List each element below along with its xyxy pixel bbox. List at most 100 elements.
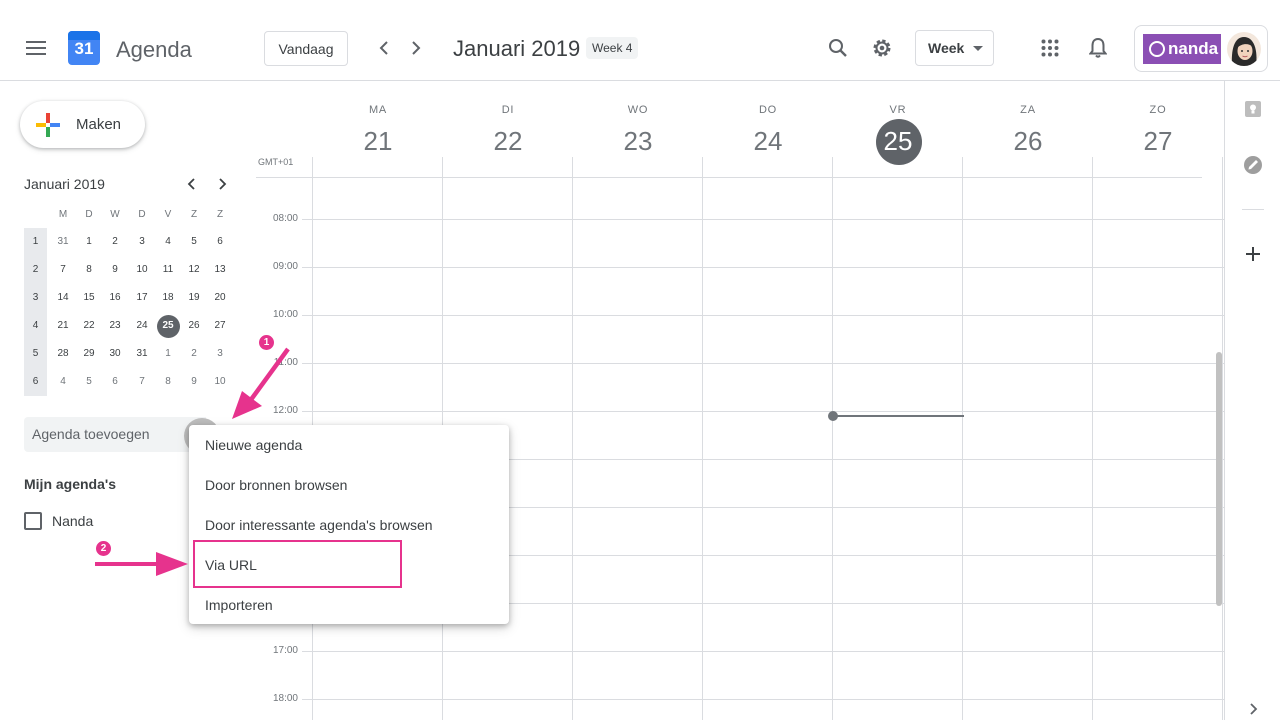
mini-calendar-day[interactable]: 5 xyxy=(181,228,207,256)
account-switcher[interactable]: nanda xyxy=(1134,25,1268,72)
mini-calendar-day[interactable]: 30 xyxy=(102,340,128,368)
day-header-date[interactable]: 26 xyxy=(963,126,1093,157)
mini-calendar-day[interactable]: 3 xyxy=(129,228,155,256)
brand-logo: nanda xyxy=(1143,34,1221,64)
calendar-checkbox[interactable] xyxy=(24,512,42,530)
menu-item-browse-interesting[interactable]: Door interessante agenda's browsen xyxy=(189,505,509,545)
day-header-date[interactable]: 23 xyxy=(573,126,703,157)
menu-item-new-calendar[interactable]: Nieuwe agenda xyxy=(189,425,509,465)
mini-calendar-day[interactable]: 8 xyxy=(155,368,181,396)
mini-calendar-day[interactable]: 5 xyxy=(76,368,102,396)
mini-calendar-next-button[interactable] xyxy=(212,174,232,194)
brand-name: nanda xyxy=(1168,39,1219,58)
mini-calendar-day[interactable]: 24 xyxy=(129,312,155,340)
mini-calendar-day[interactable]: 4 xyxy=(155,228,181,256)
menu-item-browse-resources[interactable]: Door bronnen browsen xyxy=(189,465,509,505)
mini-calendar-day[interactable]: 28 xyxy=(50,340,76,368)
mini-calendar-day[interactable]: 8 xyxy=(76,256,102,284)
mini-calendar-week-number[interactable]: 4 xyxy=(24,312,47,340)
mini-calendar-day[interactable]: 4 xyxy=(50,368,76,396)
mini-calendar-weekday-head: W xyxy=(110,209,120,220)
mini-calendar-day[interactable]: 12 xyxy=(181,256,207,284)
grid-scrollbar[interactable] xyxy=(1216,352,1222,606)
mini-calendar-day[interactable]: 14 xyxy=(50,284,76,312)
mini-calendar-day[interactable]: 9 xyxy=(181,368,207,396)
mini-calendar-day[interactable]: 16 xyxy=(102,284,128,312)
mini-calendar-week-number[interactable]: 2 xyxy=(24,256,47,284)
hour-label: 18:00 xyxy=(272,693,298,704)
mini-calendar-day[interactable]: 17 xyxy=(129,284,155,312)
mini-calendar-day[interactable]: 10 xyxy=(129,256,155,284)
expand-panel-chevron-icon[interactable] xyxy=(1241,697,1265,720)
main-menu-icon[interactable] xyxy=(16,28,56,68)
timezone-label: GMT+01 xyxy=(258,157,294,167)
chevron-left-icon xyxy=(187,178,195,190)
view-selector[interactable]: Week xyxy=(915,30,994,66)
add-addon-plus-icon[interactable] xyxy=(1241,242,1265,266)
mini-calendar-day[interactable]: 29 xyxy=(76,340,102,368)
mini-calendar-day[interactable]: 11 xyxy=(155,256,181,284)
create-event-button[interactable]: Maken xyxy=(20,101,145,148)
keep-icon[interactable] xyxy=(1241,97,1265,121)
mini-calendar-week-number[interactable]: 5 xyxy=(24,340,47,368)
current-time-line xyxy=(833,415,964,417)
step-1-arrow-icon xyxy=(232,347,290,419)
logo-number: 31 xyxy=(74,39,94,58)
mini-calendar-day[interactable]: 25 xyxy=(155,312,181,340)
menu-item-import[interactable]: Importeren xyxy=(189,585,509,625)
mini-calendar-day[interactable]: 19 xyxy=(181,284,207,312)
mini-calendar-prev-button[interactable] xyxy=(182,174,202,194)
mini-calendar-day[interactable]: 6 xyxy=(102,368,128,396)
day-header-name: VR xyxy=(889,104,907,116)
highlight-box xyxy=(193,540,402,588)
calendar-name-label: Nanda xyxy=(52,513,94,529)
side-panel-divider xyxy=(1224,81,1225,720)
google-apps-button[interactable] xyxy=(1030,28,1070,68)
day-header-date[interactable]: 24 xyxy=(703,126,833,157)
app-title: Agenda xyxy=(116,37,192,62)
settings-button[interactable] xyxy=(862,28,902,68)
mini-calendar-day[interactable]: 26 xyxy=(181,312,207,340)
mini-calendar-day[interactable]: 20 xyxy=(207,284,233,312)
calendar-logo-icon[interactable]: 31 xyxy=(68,31,100,65)
mini-calendar-week-number[interactable]: 6 xyxy=(24,368,47,396)
tasks-icon[interactable] xyxy=(1241,153,1265,177)
add-calendar-input[interactable]: Agenda toevoegen xyxy=(24,417,206,452)
mini-calendar-day[interactable]: 1 xyxy=(155,340,181,368)
my-calendars-heading[interactable]: Mijn agenda's xyxy=(24,476,116,492)
today-button[interactable]: Vandaag xyxy=(264,31,348,66)
notifications-button[interactable] xyxy=(1078,28,1118,68)
mini-calendar-day[interactable]: 27 xyxy=(207,312,233,340)
mini-calendar-day[interactable]: 2 xyxy=(181,340,207,368)
day-column-divider xyxy=(1222,157,1223,720)
mini-calendar-day[interactable]: 22 xyxy=(76,312,102,340)
mini-calendar-week-number[interactable]: 3 xyxy=(24,284,47,312)
search-button[interactable] xyxy=(818,28,858,68)
mini-calendar-day[interactable]: 15 xyxy=(76,284,102,312)
day-column-divider xyxy=(1092,157,1093,720)
mini-calendar-day[interactable]: 18 xyxy=(155,284,181,312)
day-header-date[interactable]: 22 xyxy=(443,126,573,157)
mini-calendar-day[interactable]: 7 xyxy=(50,256,76,284)
all-day-divider xyxy=(256,177,1202,178)
mini-calendar-day[interactable]: 7 xyxy=(129,368,155,396)
mini-calendar-title: Januari 2019 xyxy=(24,176,105,192)
mini-calendar-day[interactable]: 31 xyxy=(129,340,155,368)
day-header-date[interactable]: 21 xyxy=(313,126,443,157)
avatar[interactable] xyxy=(1227,32,1261,66)
top-app-bar: 31 Agenda Vandaag Januari 2019 Week 4 We… xyxy=(0,0,1280,81)
next-week-button[interactable] xyxy=(396,28,436,68)
mini-calendar-week-number[interactable]: 1 xyxy=(24,228,47,256)
caret-down-icon xyxy=(973,46,983,51)
mini-calendar-day[interactable]: 2 xyxy=(102,228,128,256)
day-header-date[interactable]: 27 xyxy=(1093,126,1223,157)
mini-calendar-day[interactable]: 6 xyxy=(207,228,233,256)
mini-calendar-day[interactable]: 13 xyxy=(207,256,233,284)
mini-calendar-day[interactable]: 9 xyxy=(102,256,128,284)
mini-calendar-day[interactable]: 31 xyxy=(50,228,76,256)
mini-calendar-day[interactable]: 23 xyxy=(102,312,128,340)
mini-calendar-day[interactable]: 21 xyxy=(50,312,76,340)
mini-calendar-day[interactable]: 1 xyxy=(76,228,102,256)
day-header-date[interactable]: 25 xyxy=(833,126,963,157)
day-column-divider xyxy=(702,157,703,720)
